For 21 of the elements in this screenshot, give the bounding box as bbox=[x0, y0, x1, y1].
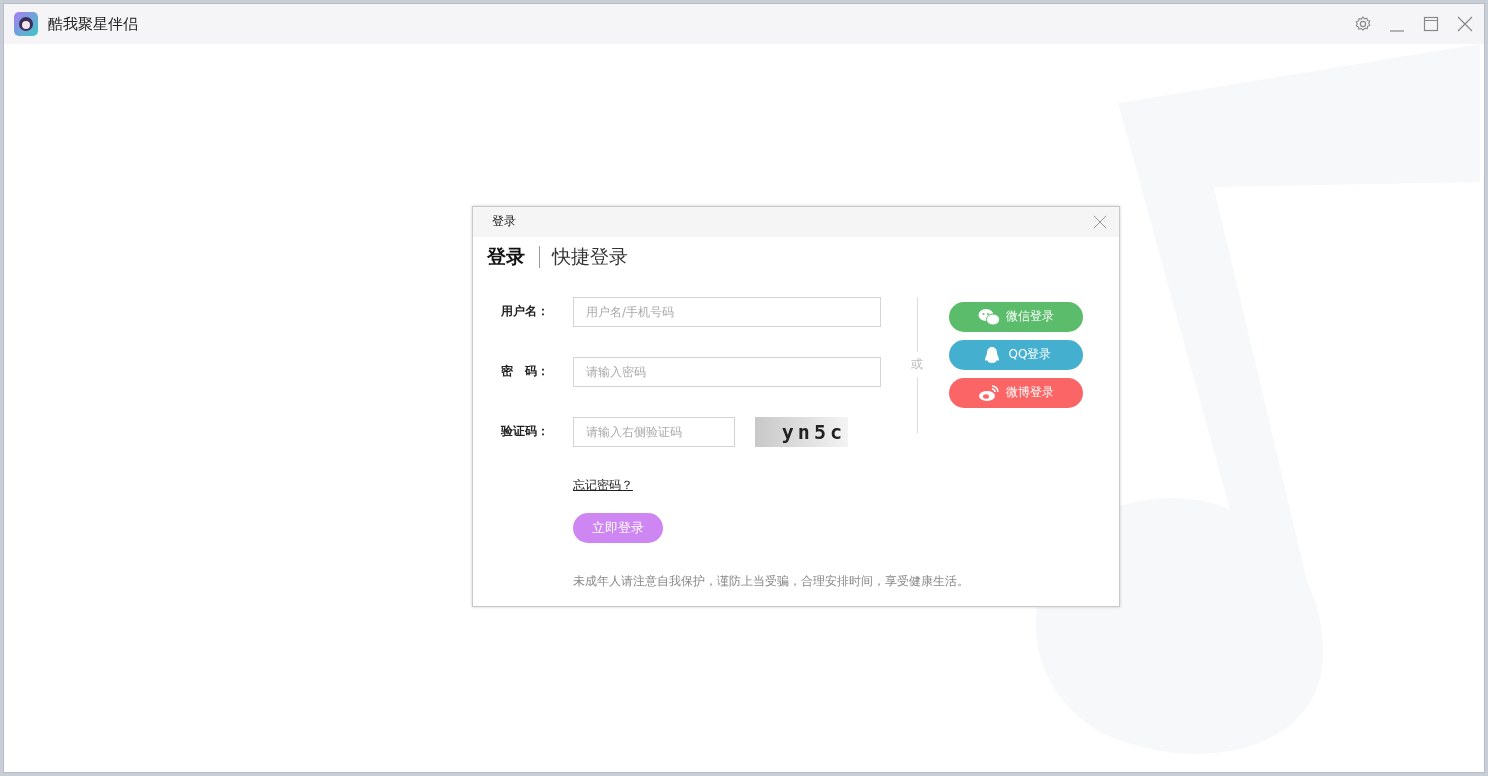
field-label: 验证码： bbox=[499, 423, 550, 440]
notice-text: 未成年人请注意自我保护，谨防上当受骗，合理安排时间，享受健康生活。 bbox=[573, 572, 969, 589]
input-field[interactable]: 请输入右侧验证码 bbox=[573, 416, 735, 447]
forgot-password-link[interactable]: 忘记密码？ bbox=[573, 476, 633, 493]
dialog-title: 登录 bbox=[492, 213, 516, 230]
input-field[interactable]: 请输入密码 bbox=[573, 356, 881, 387]
chat-bubbles-icon bbox=[978, 307, 1000, 326]
field-label: 密 码： bbox=[500, 363, 550, 380]
app-logo-icon bbox=[14, 12, 38, 36]
field-label: 用户名： bbox=[500, 303, 550, 320]
captcha-image[interactable]: yn5c bbox=[755, 416, 848, 447]
maximize-icon[interactable] bbox=[1422, 15, 1440, 33]
login-tab[interactable]: 登录 bbox=[487, 243, 525, 270]
weibo-eye-icon bbox=[978, 383, 1000, 402]
close-icon[interactable] bbox=[1093, 214, 1107, 229]
window-title: 酷我聚星伴侣 bbox=[48, 14, 138, 34]
login-tab[interactable]: 快捷登录 bbox=[552, 243, 628, 270]
input-field[interactable]: 用户名/手机号码 bbox=[573, 296, 881, 327]
close-icon[interactable] bbox=[1456, 15, 1474, 33]
settings-icon[interactable] bbox=[1354, 15, 1372, 33]
or-text: 或 bbox=[911, 356, 923, 373]
